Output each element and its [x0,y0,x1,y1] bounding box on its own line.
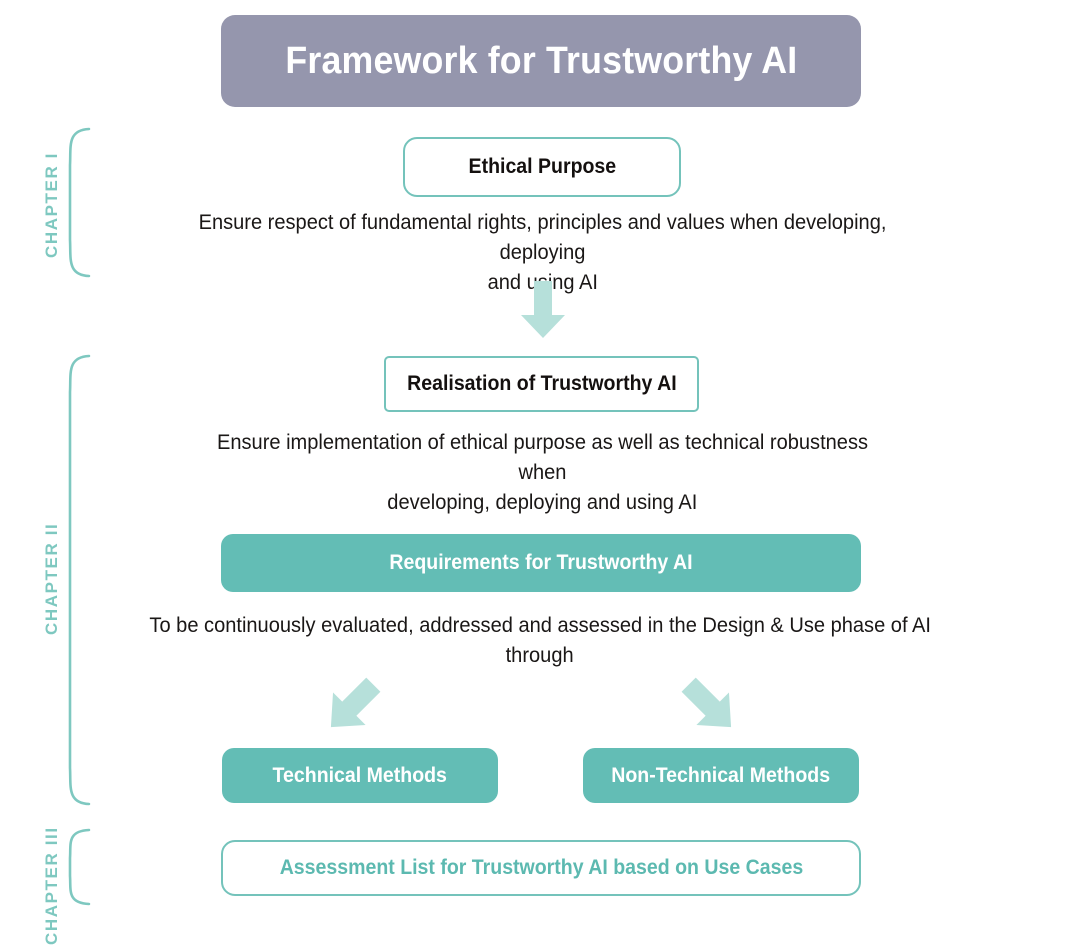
node-technical-methods-label: Technical Methods [272,763,448,787]
caption-ethical-purpose-line1: Ensure respect of fundamental rights, pr… [198,211,887,264]
node-requirements[interactable]: Requirements for Trustworthy AI [221,534,861,592]
node-assessment-list-label: Assessment List for Trustworthy AI based… [279,856,803,879]
caption-realisation: Ensure implementation of ethical purpose… [175,428,910,517]
node-realisation[interactable]: Realisation of Trustworthy AI [384,356,699,412]
chapter-bracket-3 [68,828,91,906]
node-assessment-list[interactable]: Assessment List for Trustworthy AI based… [221,840,861,896]
caption-realisation-line1: Ensure implementation of ethical purpose… [216,431,869,484]
chapter-bracket-1 [68,127,91,278]
arrow-down-right-icon [681,677,732,728]
node-ethical-purpose[interactable]: Ethical Purpose [403,137,681,197]
node-non-technical-methods-label: Non-Technical Methods [611,763,831,787]
node-ethical-purpose-label: Ethical Purpose [468,155,616,178]
node-requirements-label: Requirements for Trustworthy AI [389,551,693,574]
diagram-title-banner: Framework for Trustworthy AI [221,15,861,107]
caption-requirements: To be continuously evaluated, addressed … [125,611,955,671]
chapter-bracket-2 [68,354,91,806]
trustworthy-ai-framework-diagram: Framework for Trustworthy AI CHAPTER I E… [0,0,1080,947]
caption-requirements-line1: To be continuously evaluated, addressed … [149,614,931,637]
page-title: Framework for Trustworthy AI [284,39,798,82]
node-realisation-label: Realisation of Trustworthy AI [406,372,677,395]
node-technical-methods[interactable]: Technical Methods [222,748,498,803]
caption-realisation-line2: developing, deploying and using AI [387,490,698,514]
arrow-down-left-icon [330,677,381,728]
node-non-technical-methods[interactable]: Non-Technical Methods [583,748,859,803]
caption-requirements-line2: through [505,643,575,667]
arrow-down-icon [521,281,565,338]
